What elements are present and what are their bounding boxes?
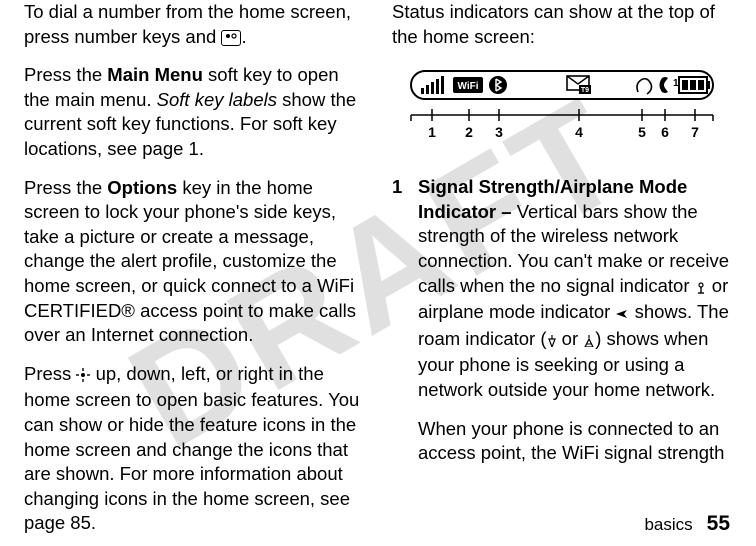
svg-text:WiFi: WiFi <box>457 81 478 92</box>
text: To dial a number from the home screen, p… <box>24 1 351 47</box>
status-bar-figure: WiFi T9 <box>392 67 732 145</box>
main-menu-label: Main Menu <box>107 64 203 85</box>
item1-para1: Signal Strength/Airplane Mode Indicator … <box>418 175 732 402</box>
tick-5: 5 <box>638 124 646 140</box>
text: key in the home screen to lock your phon… <box>24 177 356 346</box>
footer-page-number: 55 <box>707 512 730 535</box>
tick-6: 6 <box>661 124 669 140</box>
tick-1: 1 <box>428 124 436 140</box>
tick-4: 4 <box>575 124 583 140</box>
page-content: To dial a number from the home screen, p… <box>0 0 756 546</box>
text: Press the <box>24 64 107 85</box>
call-key-icon <box>221 30 241 46</box>
tick-2: 2 <box>465 124 473 140</box>
roam-indicator-1-icon <box>547 329 557 354</box>
page-footer: basics 55 <box>644 512 730 536</box>
text: . <box>241 26 246 47</box>
para-mainmenu: Press the Main Menu soft key to open the… <box>24 63 364 161</box>
item-body: Signal Strength/Airplane Mode Indicator … <box>418 175 732 480</box>
no-signal-icon <box>695 276 707 301</box>
bluetooth-icon <box>489 76 507 94</box>
signal-icon <box>421 76 444 94</box>
status-item-1: 1 Signal Strength/Airplane Mode Indicato… <box>392 175 732 480</box>
soft-key-labels: Soft key labels <box>157 89 277 110</box>
status-intro: Status indicators can show at the top of… <box>392 0 732 49</box>
ring-profile-icon <box>637 79 652 94</box>
tick-3: 3 <box>495 124 503 140</box>
footer-section-label: basics <box>644 515 692 534</box>
para-options: Press the Options key in the home screen… <box>24 176 364 348</box>
roam-indicator-2-icon <box>583 329 595 354</box>
message-icon: T9 <box>567 76 591 94</box>
para-nav: Press up, down, left, or right in the ho… <box>24 362 364 536</box>
tick-7: 7 <box>691 124 699 140</box>
item-number: 1 <box>392 175 418 480</box>
battery-icon <box>679 77 710 93</box>
para-dial: To dial a number from the home screen, p… <box>24 0 364 49</box>
active-line-icon: 1 <box>660 77 680 93</box>
wifi-icon: WiFi <box>453 77 483 93</box>
right-column: Status indicators can show at the top of… <box>378 0 736 546</box>
text: up, down, left, or right in the home scr… <box>24 363 359 534</box>
left-column: To dial a number from the home screen, p… <box>20 0 378 546</box>
nav-key-icon <box>76 364 90 389</box>
airplane-icon <box>615 302 629 327</box>
item1-para2: When your phone is connected to an acces… <box>418 417 732 466</box>
svg-text:T9: T9 <box>581 87 589 94</box>
text: Press the <box>24 177 107 198</box>
options-label: Options <box>107 177 177 198</box>
text: Press <box>24 363 76 384</box>
text: or <box>557 328 584 349</box>
